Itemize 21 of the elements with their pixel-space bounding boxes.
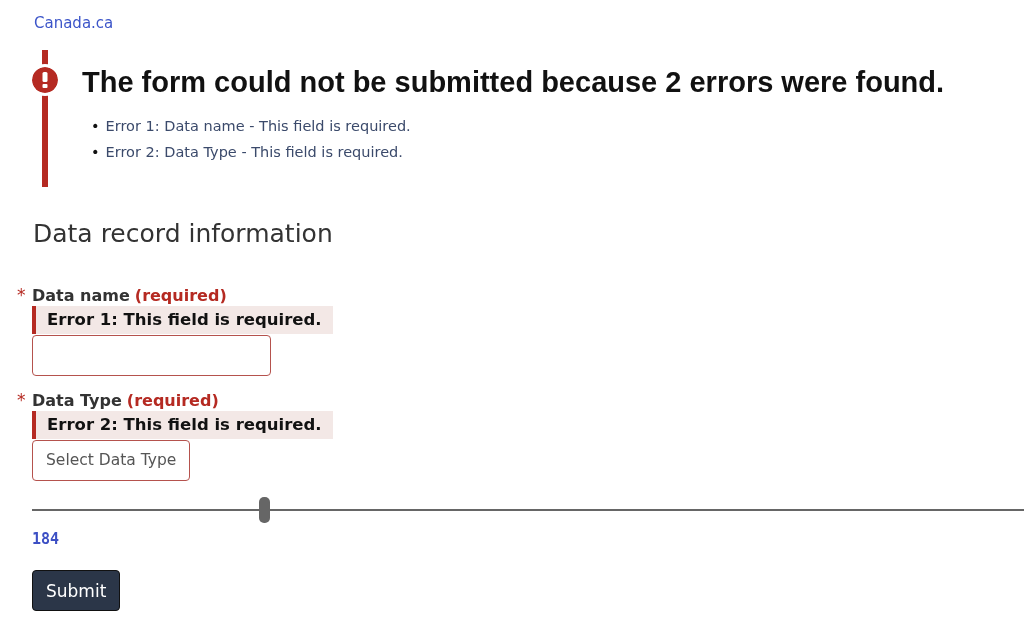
- field-label: Data name: [32, 286, 130, 305]
- bullet: •: [91, 143, 100, 162]
- range-slider[interactable]: [32, 497, 1024, 523]
- error-link[interactable]: Error 1: Data name - This field is required.: [105, 113, 411, 139]
- text-field[interactable]: [32, 335, 271, 376]
- error-summary-title: The form could not be submitted because 2 errors were found.: [82, 66, 946, 99]
- select-dropdown[interactable]: Select Data Type: [32, 440, 191, 481]
- field-label: Data Type: [32, 391, 122, 410]
- section-heading: Data record information: [33, 219, 334, 248]
- field-error-message: Error 1: This field is required.: [32, 306, 333, 334]
- submit-button[interactable]: Submit: [32, 570, 121, 611]
- required-label: (required): [134, 286, 227, 305]
- required-asterisk: *: [17, 390, 27, 410]
- slider-thumb[interactable]: [259, 497, 271, 523]
- required-asterisk: *: [17, 285, 27, 305]
- error-link[interactable]: Error 2: Data Type - This field is required.: [105, 139, 403, 165]
- slider-value: 184: [32, 530, 61, 548]
- site-link[interactable]: Canada.ca: [34, 14, 114, 32]
- bullet: •: [91, 117, 100, 136]
- required-label: (required): [126, 391, 219, 410]
- field-error-message: Error 2: This field is required.: [32, 411, 333, 439]
